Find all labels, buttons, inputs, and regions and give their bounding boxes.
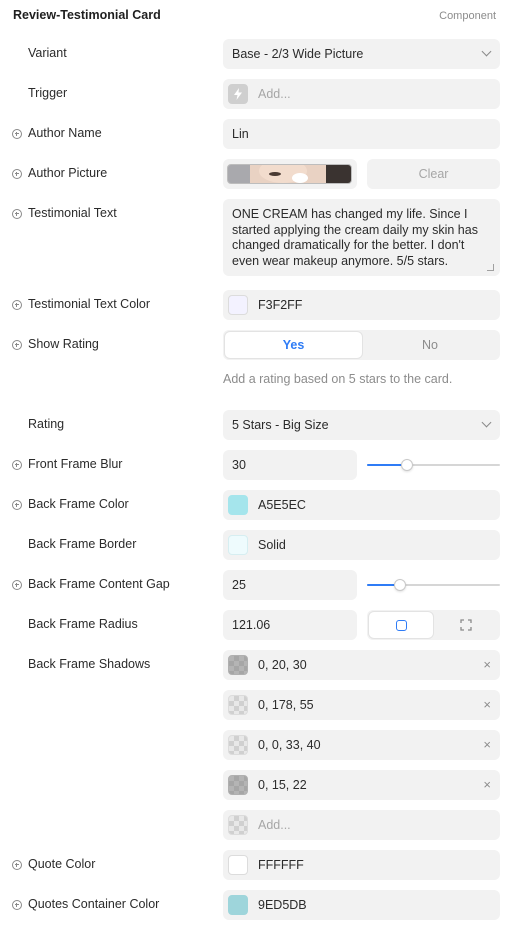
back-frame-radius-input[interactable]: 121.06 <box>223 610 357 640</box>
show-rating-label: Show Rating <box>28 337 99 351</box>
add-shadow-field[interactable]: Add... <box>223 810 500 840</box>
back-frame-border-label: Back Frame Border <box>28 537 137 551</box>
color-swatch[interactable] <box>228 535 248 555</box>
slider-handle[interactable] <box>401 459 413 471</box>
back-frame-radius-label: Back Frame Radius <box>28 617 138 631</box>
chevron-down-icon <box>481 46 492 57</box>
chevron-down-icon <box>481 417 492 428</box>
shadow-value: 0, 15, 22 <box>258 778 307 792</box>
color-swatch[interactable] <box>228 495 248 515</box>
plus-circle-icon[interactable] <box>12 500 22 510</box>
testimonial-text-color-value: F3F2FF <box>258 298 303 312</box>
back-frame-color-label: Back Frame Color <box>28 497 129 511</box>
plus-circle-icon[interactable] <box>12 209 22 219</box>
add-shadow-placeholder: Add... <box>258 818 291 832</box>
clear-button-label: Clear <box>418 167 449 181</box>
back-frame-border-field[interactable]: Solid <box>223 530 500 560</box>
shadow-item[interactable]: 0, 15, 22 × <box>223 770 500 800</box>
clear-button[interactable]: Clear <box>367 159 500 189</box>
front-frame-blur-value: 30 <box>232 458 246 472</box>
rating-value: 5 Stars - Big Size <box>232 418 329 432</box>
plus-circle-icon[interactable] <box>12 860 22 870</box>
author-name-input[interactable]: Lin <box>223 119 500 149</box>
individual-radius-option[interactable] <box>434 612 498 638</box>
quote-color-label: Quote Color <box>28 857 96 871</box>
show-rating-hint: Add a rating based on 5 stars to the car… <box>223 372 453 386</box>
radius-mode-toggle[interactable] <box>367 610 500 640</box>
trigger-placeholder: Add... <box>258 87 291 101</box>
color-swatch[interactable] <box>228 295 248 315</box>
testimonial-text-color-field[interactable]: F3F2FF <box>223 290 500 320</box>
testimonial-textarea[interactable]: ONE CREAM has changed my life. Since I s… <box>223 199 500 276</box>
variant-select[interactable]: Base - 2/3 Wide Picture <box>223 39 500 69</box>
rating-no-option[interactable]: No <box>362 332 498 358</box>
testimonial-text-value: ONE CREAM has changed my life. Since I s… <box>232 207 478 268</box>
shadow-item[interactable]: 0, 20, 30 × <box>223 650 500 680</box>
quote-color-value: FFFFFF <box>258 858 304 872</box>
shadow-item[interactable]: 0, 178, 55 × <box>223 690 500 720</box>
quote-color-field[interactable]: FFFFFF <box>223 850 500 880</box>
rating-label: Rating <box>28 417 65 431</box>
plus-circle-icon[interactable] <box>12 129 22 139</box>
color-swatch[interactable] <box>228 895 248 915</box>
square-icon <box>395 619 407 631</box>
shadow-swatch[interactable] <box>228 775 248 795</box>
testimonial-text-label: Testimonial Text <box>28 206 117 220</box>
testimonial-text-color-label: Testimonial Text Color <box>28 297 151 311</box>
shadow-value: 0, 0, 33, 40 <box>258 738 321 752</box>
expand-icon <box>460 619 472 631</box>
quotes-container-color-label: Quotes Container Color <box>28 897 160 911</box>
trigger-label: Trigger <box>28 86 68 100</box>
variant-value: Base - 2/3 Wide Picture <box>232 47 364 61</box>
rating-yes-option[interactable]: Yes <box>225 332 362 358</box>
front-frame-blur-input[interactable]: 30 <box>223 450 357 480</box>
back-frame-shadows-label: Back Frame Shadows <box>28 657 151 671</box>
back-frame-content-gap-value: 25 <box>232 578 246 592</box>
panel-title: Review-Testimonial Card <box>13 8 161 22</box>
show-rating-toggle[interactable]: Yes No <box>223 330 500 360</box>
back-frame-radius-value: 121.06 <box>232 618 271 632</box>
author-picture-label: Author Picture <box>28 166 108 180</box>
quotes-container-color-field[interactable]: 9ED5DB <box>223 890 500 920</box>
plus-circle-icon[interactable] <box>12 580 22 590</box>
plus-circle-icon[interactable] <box>12 300 22 310</box>
author-name-value: Lin <box>232 127 249 141</box>
shadow-swatch[interactable] <box>228 655 248 675</box>
color-swatch[interactable] <box>228 855 248 875</box>
author-picture-thumbnail[interactable] <box>227 164 352 184</box>
rating-select[interactable]: 5 Stars - Big Size <box>223 410 500 440</box>
close-icon[interactable]: × <box>483 777 491 792</box>
shadow-swatch[interactable] <box>228 695 248 715</box>
front-frame-blur-slider[interactable] <box>367 459 500 471</box>
back-frame-content-gap-label: Back Frame Content Gap <box>28 577 170 591</box>
close-icon[interactable]: × <box>483 737 491 752</box>
close-icon[interactable]: × <box>483 657 491 672</box>
back-frame-content-gap-input[interactable]: 25 <box>223 570 357 600</box>
plus-circle-icon[interactable] <box>12 460 22 470</box>
back-frame-color-field[interactable]: A5E5EC <box>223 490 500 520</box>
properties-panel: Review-Testimonial Card Component Varian… <box>0 0 514 928</box>
plus-circle-icon[interactable] <box>12 169 22 179</box>
back-frame-content-gap-slider[interactable] <box>367 579 500 591</box>
front-frame-blur-label: Front Frame Blur <box>28 457 123 471</box>
shadow-item[interactable]: 0, 0, 33, 40 × <box>223 730 500 760</box>
author-name-label: Author Name <box>28 126 102 140</box>
uniform-radius-option[interactable] <box>369 612 433 638</box>
lightning-icon <box>228 84 248 104</box>
plus-circle-icon[interactable] <box>12 900 22 910</box>
shadow-swatch <box>228 815 248 835</box>
variant-label: Variant <box>28 46 67 60</box>
slider-handle[interactable] <box>394 579 406 591</box>
shadow-value: 0, 178, 55 <box>258 698 314 712</box>
resize-handle-icon[interactable] <box>487 264 494 271</box>
shadow-value: 0, 20, 30 <box>258 658 307 672</box>
back-frame-color-value: A5E5EC <box>258 498 306 512</box>
quotes-container-color-value: 9ED5DB <box>258 898 307 912</box>
close-icon[interactable]: × <box>483 697 491 712</box>
plus-circle-icon[interactable] <box>12 340 22 350</box>
component-tag: Component <box>439 10 496 22</box>
trigger-field[interactable]: Add... <box>223 79 500 109</box>
back-frame-border-value: Solid <box>258 538 286 552</box>
shadow-swatch[interactable] <box>228 735 248 755</box>
